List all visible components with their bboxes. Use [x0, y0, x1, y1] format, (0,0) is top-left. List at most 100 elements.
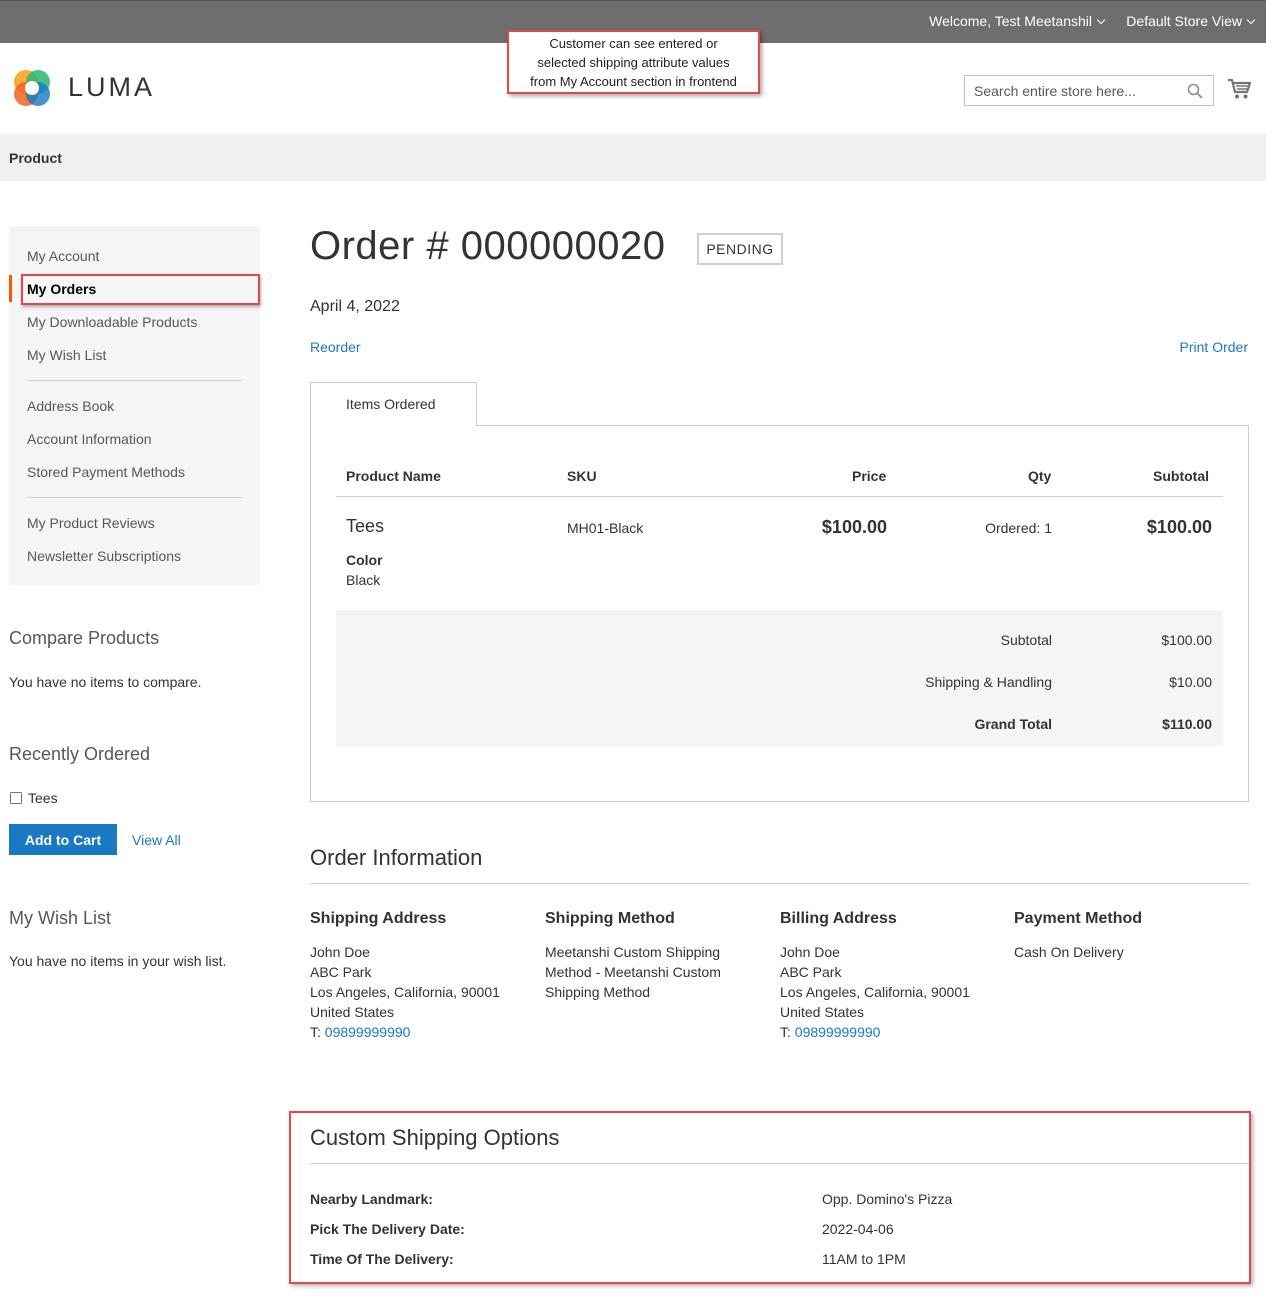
annotation-callout: Customer can see entered or selected shi… — [507, 30, 760, 94]
item-sku: MH01-Black — [567, 520, 644, 536]
order-date: April 4, 2022 — [310, 298, 400, 315]
recent-item-link[interactable]: Tees — [28, 790, 58, 806]
address-country: United States — [310, 1004, 395, 1020]
add-to-cart-button[interactable]: Add to Cart — [9, 824, 117, 855]
option-label-landmark: Nearby Landmark: — [310, 1191, 433, 1207]
item-qty: Ordered: 1 — [985, 520, 1052, 536]
column-header-price: Price — [852, 468, 887, 484]
shipping-method-line: Method - Meetanshi Custom — [545, 964, 721, 980]
status-badge: PENDING — [697, 233, 783, 265]
item-name: Tees — [346, 516, 385, 536]
highlight-my-orders — [21, 274, 260, 305]
sidebar-item-stored-payment-methods[interactable]: Stored Payment Methods — [27, 464, 185, 480]
chevron-down-icon — [1096, 15, 1106, 25]
address-street: ABC Park — [310, 964, 372, 980]
option-label-delivery-time: Time Of The Delivery: — [310, 1251, 454, 1267]
subtotal-label: Subtotal — [1000, 632, 1052, 648]
divider — [27, 497, 242, 498]
address-city: Los Angeles, California, 90001 — [780, 984, 970, 1000]
print-order-link[interactable]: Print Order — [1180, 339, 1248, 355]
address-name: John Doe — [780, 944, 840, 960]
item-subtotal: $100.00 — [1146, 517, 1212, 537]
store-view-label: Default Store View — [1126, 13, 1242, 29]
order-information-title: Order Information — [310, 845, 483, 870]
shipping-method-title: Shipping Method — [545, 910, 675, 927]
shipping-method: Meetanshi Custom Shipping Method - Meeta… — [545, 942, 721, 1002]
grand-total-label: Grand Total — [974, 716, 1052, 732]
sidebar-item-wish-list[interactable]: My Wish List — [27, 347, 106, 363]
billing-address: John Doe ABC Park Los Angeles, Californi… — [780, 942, 970, 1042]
nav-bar: Product — [0, 134, 1266, 181]
view-all-link[interactable]: View All — [132, 832, 181, 848]
shipping-value: $10.00 — [1169, 674, 1212, 690]
tel-prefix: T: — [310, 1024, 325, 1040]
subtotal-value: $100.00 — [1161, 632, 1212, 648]
phone-link[interactable]: 09899999990 — [325, 1024, 411, 1040]
logo-text[interactable]: LUMA — [68, 72, 155, 103]
sidebar-item-product-reviews[interactable]: My Product Reviews — [27, 515, 155, 531]
store-view-switcher[interactable]: Default Store View — [1126, 13, 1256, 29]
reorder-link[interactable]: Reorder — [310, 339, 361, 355]
tel-prefix: T: — [780, 1024, 795, 1040]
sidebar-item-account-information[interactable]: Account Information — [27, 431, 152, 447]
phone-link[interactable]: 09899999990 — [795, 1024, 881, 1040]
column-header-sku: SKU — [567, 468, 597, 484]
address-telephone: T: 09899999990 — [310, 1022, 500, 1042]
option-value-delivery-time: 11AM to 1PM — [822, 1251, 906, 1267]
welcome-menu[interactable]: Welcome, Test Meetanshil — [929, 13, 1106, 29]
option-label-delivery-date: Pick The Delivery Date: — [310, 1221, 465, 1237]
address-name: John Doe — [310, 944, 370, 960]
custom-shipping-title: Custom Shipping Options — [310, 1125, 560, 1150]
shipping-method-line: Meetanshi Custom Shipping — [545, 944, 721, 960]
chevron-down-icon — [1246, 15, 1256, 25]
shipping-label: Shipping & Handling — [925, 674, 1052, 690]
item-price: $100.00 — [821, 517, 887, 537]
search-input[interactable] — [965, 76, 1175, 105]
sidebar-item-my-account[interactable]: My Account — [27, 248, 99, 264]
welcome-text: Welcome, Test Meetanshil — [929, 13, 1092, 29]
item-option-value: Black — [346, 572, 381, 588]
recently-ordered-title: Recently Ordered — [9, 744, 151, 764]
section-divider — [310, 883, 1249, 884]
divider — [27, 380, 242, 381]
search-icon[interactable] — [1187, 83, 1203, 99]
address-city: Los Angeles, California, 90001 — [310, 984, 500, 1000]
billing-address-title: Billing Address — [780, 910, 897, 927]
sidebar-item-address-book[interactable]: Address Book — [27, 398, 114, 414]
compare-title: Compare Products — [9, 628, 160, 648]
compare-empty-text: You have no items to compare. — [9, 674, 202, 690]
recent-item-checkbox[interactable] — [10, 792, 22, 804]
item-option-label: Color — [346, 552, 383, 568]
luma-logo-icon[interactable] — [9, 65, 55, 111]
tab-items-ordered[interactable]: Items Ordered — [310, 382, 477, 426]
order-totals — [336, 610, 1223, 746]
grand-total-value: $110.00 — [1162, 716, 1212, 732]
callout-line: from My Account section in frontend — [530, 74, 737, 89]
column-header-qty: Qty — [1028, 468, 1052, 484]
option-value-landmark: Opp. Domino's Pizza — [822, 1191, 953, 1207]
sidebar-item-newsletter[interactable]: Newsletter Subscriptions — [27, 548, 181, 564]
callout-line: selected shipping attribute values — [537, 55, 730, 70]
shipping-method-line: Shipping Method — [545, 984, 651, 1000]
shipping-address: John Doe ABC Park Los Angeles, Californi… — [310, 942, 500, 1042]
wishlist-title: My Wish List — [9, 908, 112, 928]
nav-item-product[interactable]: Product — [9, 150, 62, 166]
address-country: United States — [780, 1004, 865, 1020]
payment-method-value: Cash On Delivery — [1014, 944, 1124, 960]
address-street: ABC Park — [780, 964, 842, 980]
payment-method-title: Payment Method — [1014, 910, 1143, 927]
page-title: Order # 000000020 — [310, 224, 666, 268]
sidebar-item-downloadable-products[interactable]: My Downloadable Products — [27, 314, 197, 330]
search-box — [964, 75, 1214, 106]
address-telephone: T: 09899999990 — [780, 1022, 970, 1042]
table-header-divider — [336, 496, 1223, 497]
callout-line: Customer can see entered or — [549, 36, 718, 51]
cart-icon[interactable] — [1227, 78, 1251, 100]
column-header-product-name: Product Name — [346, 468, 441, 484]
section-divider — [310, 1163, 1249, 1164]
shipping-address-title: Shipping Address — [310, 910, 447, 927]
column-header-subtotal: Subtotal — [1153, 468, 1209, 484]
option-value-delivery-date: 2022-04-06 — [822, 1221, 894, 1237]
wishlist-empty-text: You have no items in your wish list. — [9, 953, 227, 969]
active-indicator — [9, 275, 12, 302]
